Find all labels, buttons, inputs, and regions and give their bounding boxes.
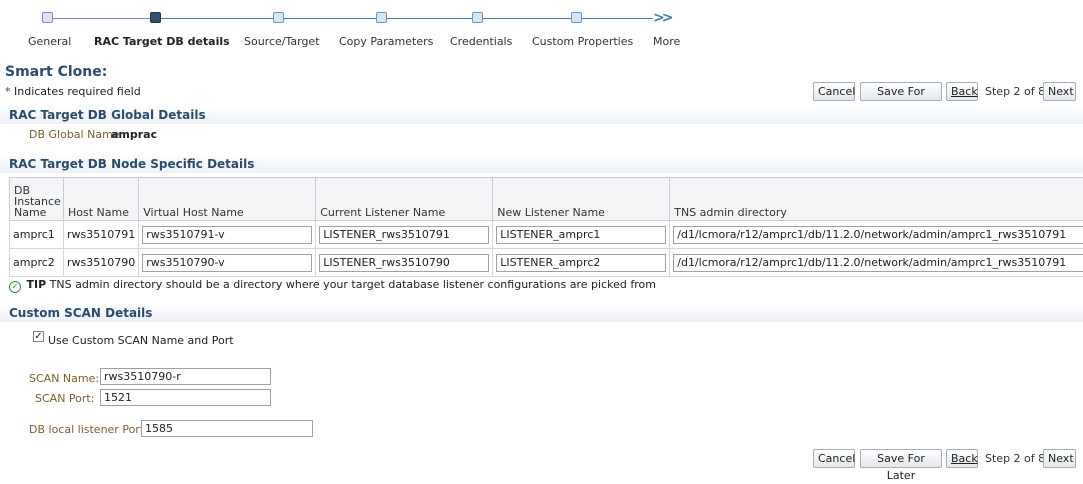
col-virtual-host-name: Virtual Host Name — [139, 178, 316, 221]
train-stop-credentials[interactable] — [472, 12, 483, 23]
scan-section-title: Custom SCAN Details — [9, 306, 152, 320]
current-listener-cell — [316, 221, 493, 249]
scan-name-label: SCAN Name: — [29, 372, 99, 385]
use-custom-scan-label: Use Custom SCAN Name and Port — [48, 334, 234, 347]
back-button[interactable]: Back — [946, 82, 978, 101]
cancel-button[interactable]: Cancel — [813, 449, 855, 468]
back-button[interactable]: Back — [946, 449, 978, 468]
nodes-section-title: RAC Target DB Node Specific Details — [9, 157, 254, 171]
tns-dir-input[interactable] — [673, 226, 1083, 244]
train-label-custom-properties[interactable]: Custom Properties — [532, 35, 633, 48]
required-note-text: Indicates required field — [14, 85, 141, 98]
instance-cell: amprc2 — [10, 249, 64, 277]
tip-text: TNS admin directory should be a director… — [50, 278, 656, 291]
col-new-listener-name: New Listener Name — [493, 178, 670, 221]
train-label-rac-target: RAC Target DB details — [94, 35, 230, 48]
new-listener-cell — [493, 221, 670, 249]
train-label-general[interactable]: General — [28, 35, 71, 48]
step-indicator: Step 2 of 8 — [985, 85, 1045, 98]
page-title: Smart Clone: — [5, 64, 107, 80]
db-global-name-value: amprac — [111, 128, 157, 141]
next-button[interactable]: Next — [1043, 82, 1076, 101]
tip-label: TIP — [27, 278, 47, 291]
new-listener-cell — [493, 249, 670, 277]
train-stop-general[interactable] — [42, 12, 53, 23]
train-label-copy-parameters[interactable]: Copy Parameters — [339, 35, 433, 48]
virtual-host-input[interactable] — [142, 254, 312, 272]
save-for-later-button[interactable]: Save For Later — [860, 449, 942, 468]
back-button-label: Back — [951, 85, 978, 98]
checkmark-icon: ✓ — [9, 281, 21, 293]
train-label-more[interactable]: More — [653, 35, 680, 48]
host-cell: rws3510790 — [64, 249, 139, 277]
db-global-name-label: DB Global Name — [29, 128, 120, 141]
instance-cell: amprc1 — [10, 221, 64, 249]
next-button[interactable]: Next — [1043, 449, 1076, 468]
nodes-table: DB Instance Name Host Name Virtual Host … — [9, 177, 1083, 277]
train-label-credentials[interactable]: Credentials — [450, 35, 512, 48]
virtual-host-cell — [139, 221, 316, 249]
db-listener-port-input[interactable] — [141, 420, 313, 437]
col-tns-admin-directory: TNS admin directory — [670, 178, 1083, 221]
global-section-title: RAC Target DB Global Details — [9, 108, 206, 122]
scan-port-label: SCAN Port: — [35, 392, 94, 405]
table-row: amprc2 rws3510790 — [10, 249, 1083, 277]
scan-port-input[interactable] — [100, 389, 271, 406]
tns-dir-input[interactable] — [673, 254, 1083, 272]
virtual-host-cell — [139, 249, 316, 277]
host-cell: rws3510791 — [64, 221, 139, 249]
use-custom-scan-checkbox[interactable]: ✓ — [33, 331, 44, 342]
train-stop-source-target[interactable] — [273, 12, 284, 23]
train-label-source-target[interactable]: Source/Target — [244, 35, 320, 48]
col-db-instance-name: DB Instance Name — [10, 178, 64, 221]
table-header-row: DB Instance Name Host Name Virtual Host … — [10, 178, 1083, 221]
current-listener-cell — [316, 249, 493, 277]
tns-dir-cell — [670, 221, 1083, 249]
back-button-label: Back — [951, 452, 978, 465]
cancel-button[interactable]: Cancel — [813, 82, 855, 101]
train-stop-copy-parameters[interactable] — [376, 12, 387, 23]
new-listener-input[interactable] — [496, 226, 666, 244]
tns-dir-cell — [670, 249, 1083, 277]
train-stop-custom-properties[interactable] — [571, 12, 582, 23]
table-row: amprc1 rws3510791 — [10, 221, 1083, 249]
virtual-host-input[interactable] — [142, 226, 312, 244]
col-current-listener-name: Current Listener Name — [316, 178, 493, 221]
scan-section-bar — [0, 302, 1083, 322]
db-listener-port-label: DB local listener Port: — [29, 423, 148, 436]
current-listener-input[interactable] — [319, 254, 489, 272]
save-for-later-button[interactable]: Save For Later — [860, 82, 942, 101]
required-star: * — [5, 85, 11, 98]
train-connector-done — [53, 18, 156, 19]
train-stop-rac-target — [150, 12, 161, 23]
current-listener-input[interactable] — [319, 226, 489, 244]
new-listener-input[interactable] — [496, 254, 666, 272]
scan-name-input[interactable] — [100, 368, 271, 385]
required-note: * Indicates required field — [5, 85, 141, 98]
col-host-name: Host Name — [64, 178, 139, 221]
train-more-arrow-icon[interactable]: >> — [653, 10, 670, 26]
step-indicator: Step 2 of 8 — [985, 452, 1045, 465]
tip-message: ✓ TIP TNS admin directory should be a di… — [9, 278, 656, 293]
